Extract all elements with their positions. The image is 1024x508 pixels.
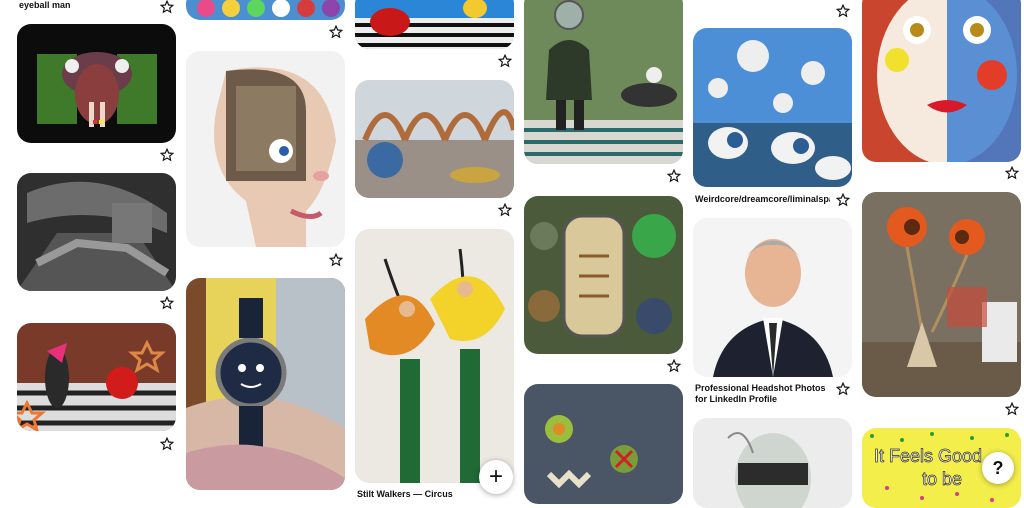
save-star-icon[interactable] xyxy=(667,359,681,373)
overlay-text: It Feels Good xyxy=(874,446,982,466)
question-mark-icon: ? xyxy=(992,458,1004,478)
plus-icon: + xyxy=(488,463,503,490)
pin-image[interactable] xyxy=(524,196,683,354)
pin-image[interactable] xyxy=(355,0,514,49)
pin-caption: eyeball man xyxy=(19,0,71,10)
pin-image[interactable] xyxy=(355,229,514,483)
pin-image[interactable] xyxy=(862,192,1021,397)
pin-image[interactable] xyxy=(17,24,176,143)
help-button[interactable]: ? xyxy=(982,452,1014,484)
save-star-icon[interactable] xyxy=(667,169,681,183)
add-button[interactable]: + xyxy=(479,460,513,494)
save-star-icon[interactable] xyxy=(498,54,512,68)
pin-image[interactable] xyxy=(693,418,852,508)
pin-image[interactable] xyxy=(186,278,345,490)
save-star-icon[interactable] xyxy=(836,382,850,396)
save-star-icon[interactable] xyxy=(498,203,512,217)
save-star-icon[interactable] xyxy=(160,296,174,310)
pin-image[interactable] xyxy=(17,323,176,431)
pin-image[interactable] xyxy=(524,0,683,164)
pin-image[interactable] xyxy=(186,0,345,20)
pin-image[interactable] xyxy=(693,218,852,377)
pin-caption: Professional Headshot Photos for LinkedI… xyxy=(695,383,826,404)
pin-image[interactable] xyxy=(186,51,345,247)
save-star-icon[interactable] xyxy=(836,193,850,207)
pin-caption: Weirdcore/dreamcore/liminalspace xyxy=(695,194,830,204)
pin-image[interactable] xyxy=(355,80,514,198)
save-star-icon[interactable] xyxy=(836,4,850,18)
pin-caption: Stilt Walkers — Circus xyxy=(357,489,453,499)
save-star-icon[interactable] xyxy=(329,253,343,267)
save-star-icon[interactable] xyxy=(160,437,174,451)
save-star-icon[interactable] xyxy=(1005,166,1019,180)
save-star-icon[interactable] xyxy=(160,0,174,14)
save-star-icon[interactable] xyxy=(329,25,343,39)
save-star-icon[interactable] xyxy=(1005,402,1019,416)
pin-image[interactable] xyxy=(17,173,176,291)
pin-image[interactable] xyxy=(693,28,852,187)
overlay-text: to be xyxy=(922,469,962,489)
save-star-icon[interactable] xyxy=(160,148,174,162)
pin-image[interactable] xyxy=(862,0,1021,162)
pin-image[interactable] xyxy=(524,384,683,504)
